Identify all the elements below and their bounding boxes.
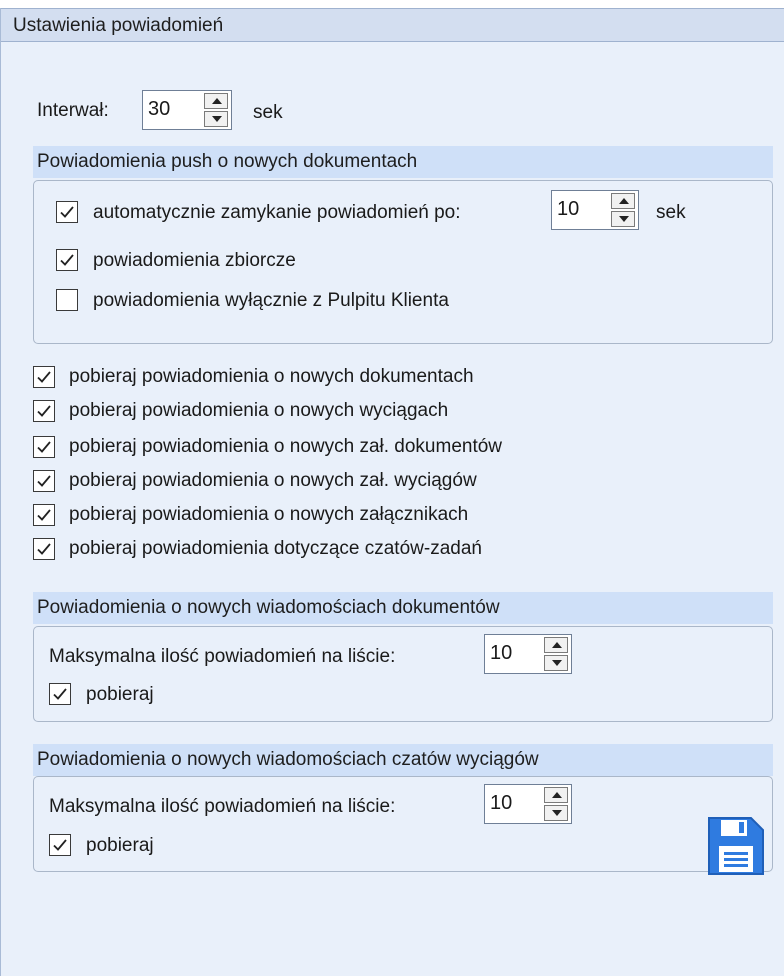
doc-messages-group-title: Powiadomienia o nowych wiadomościach dok…	[37, 597, 500, 618]
client-only-checkbox[interactable]	[56, 289, 78, 311]
floppy-disk-icon	[708, 817, 764, 875]
auto-close-label: automatycznie zamykanie powiadomień po:	[93, 202, 461, 223]
doc-messages-fetch-checkbox[interactable]	[49, 683, 71, 705]
fetch-statement-attachments-label: pobieraj powiadomienia o nowych zał. wyc…	[69, 470, 477, 491]
panel-title: Ustawienia powiadomień	[13, 15, 224, 36]
statement-chats-max-down-button[interactable]	[544, 805, 568, 821]
fetch-doc-attachments-checkbox[interactable]	[33, 436, 55, 458]
notification-settings-panel: Ustawienia powiadomień Interwał: 30 sek …	[0, 8, 784, 976]
statement-chats-group-title: Powiadomienia o nowych wiadomościach cza…	[37, 749, 539, 770]
push-group-title: Powiadomienia push o nowych dokumentach	[37, 151, 418, 172]
auto-close-unit: sek	[656, 202, 686, 223]
statement-chats-fetch-label: pobieraj	[86, 835, 154, 856]
fetch-doc-attachments-label: pobieraj powiadomienia o nowych zał. dok…	[69, 436, 503, 457]
push-group-header: Powiadomienia push o nowych dokumentach	[33, 146, 773, 178]
statement-chats-max-spinner[interactable]: 10	[484, 784, 572, 824]
auto-close-spinner[interactable]: 10	[551, 190, 639, 230]
statement-chats-group-box	[33, 776, 773, 872]
interval-unit: sek	[253, 102, 283, 123]
fetch-documents-label: pobieraj powiadomienia o nowych dokument…	[69, 366, 474, 387]
doc-messages-max-down-button[interactable]	[544, 655, 568, 671]
interval-label: Interwał:	[37, 100, 109, 121]
doc-messages-max-spinner[interactable]: 10	[484, 634, 572, 674]
fetch-chat-tasks-label: pobieraj powiadomienia dotyczące czatów-…	[69, 538, 482, 559]
client-only-label: powiadomienia wyłącznie z Pulpitu Klient…	[93, 290, 449, 311]
doc-messages-max-label: Maksymalna ilość powiadomień na liście:	[49, 646, 396, 667]
statement-chats-max-up-button[interactable]	[544, 787, 568, 803]
save-button[interactable]	[707, 816, 765, 876]
statement-chats-max-label: Maksymalna ilość powiadomień na liście:	[49, 796, 396, 817]
interval-value[interactable]: 30	[148, 98, 170, 121]
statement-chats-max-value[interactable]: 10	[490, 792, 512, 815]
statement-chats-group-header: Powiadomienia o nowych wiadomościach cza…	[33, 744, 773, 776]
panel-header: Ustawienia powiadomień	[1, 8, 784, 42]
fetch-attachments-checkbox[interactable]	[33, 504, 55, 526]
summary-notifications-checkbox[interactable]	[56, 249, 78, 271]
statement-chats-fetch-checkbox[interactable]	[49, 834, 71, 856]
doc-messages-group-box	[33, 626, 773, 722]
interval-spinner[interactable]: 30	[142, 90, 232, 130]
interval-down-button[interactable]	[204, 111, 228, 127]
fetch-attachments-label: pobieraj powiadomienia o nowych załączni…	[69, 504, 469, 525]
fetch-documents-checkbox[interactable]	[33, 366, 55, 388]
interval-up-button[interactable]	[204, 93, 228, 109]
auto-close-value[interactable]: 10	[557, 198, 579, 221]
doc-messages-max-value[interactable]: 10	[490, 642, 512, 665]
auto-close-down-button[interactable]	[611, 211, 635, 227]
fetch-statements-label: pobieraj powiadomienia o nowych wyciągac…	[69, 400, 449, 421]
auto-close-checkbox[interactable]	[56, 201, 78, 223]
doc-messages-max-up-button[interactable]	[544, 637, 568, 653]
doc-messages-fetch-label: pobieraj	[86, 684, 154, 705]
fetch-statements-checkbox[interactable]	[33, 400, 55, 422]
fetch-statement-attachments-checkbox[interactable]	[33, 470, 55, 492]
auto-close-up-button[interactable]	[611, 193, 635, 209]
doc-messages-group-header: Powiadomienia o nowych wiadomościach dok…	[33, 592, 773, 624]
summary-notifications-label: powiadomienia zbiorcze	[93, 250, 296, 271]
fetch-chat-tasks-checkbox[interactable]	[33, 538, 55, 560]
